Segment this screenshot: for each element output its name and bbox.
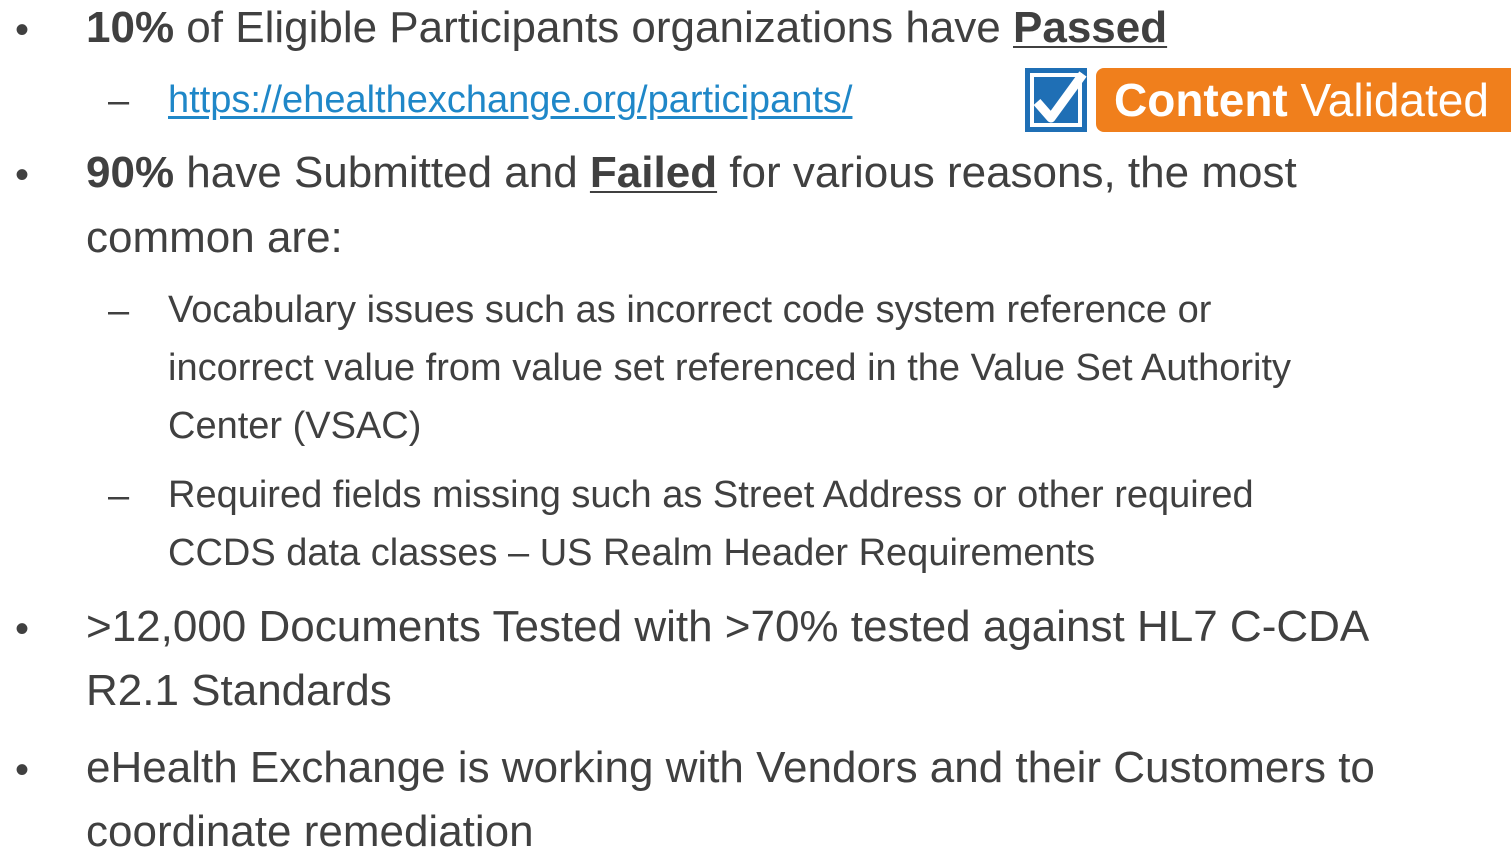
bullet-4-line-2: coordinate remediation [86, 807, 534, 856]
sub-item-required-line-2: CCDS data classes – US Realm Header Requ… [168, 532, 1096, 574]
bullet-2-body-a: have Submitted and [174, 148, 590, 197]
bullet-marker: • [15, 748, 30, 792]
sub-item-vocabulary-line-3: Center (VSAC) [168, 405, 422, 447]
bullet-3-line-2: R2.1 Standards [86, 666, 392, 715]
status-failed: Failed [589, 148, 718, 197]
sub-item-required-line-1: Required fields missing such as Street A… [168, 474, 1254, 516]
status-passed: Passed [1013, 3, 1168, 52]
bullet-2-line-2: common are: [86, 213, 343, 262]
bullet-4-line-1: eHealth Exchange is working with Vendors… [86, 743, 1375, 792]
check-icon [1025, 68, 1087, 132]
bullet-1-text: 10% of Eligible Participants organizatio… [86, 6, 1167, 50]
dash-marker: – [108, 80, 130, 122]
bullet-marker: • [15, 8, 30, 52]
dash-marker: – [108, 290, 130, 332]
badge-label: Content Validated [1096, 68, 1511, 132]
badge-word-content: Content [1114, 74, 1288, 126]
sub-item-vocabulary-line-1: Vocabulary issues such as incorrect code… [168, 289, 1212, 331]
percent-passed: 10% [86, 3, 175, 52]
bullet-1-body: of Eligible Participants organizations h… [174, 3, 1013, 52]
percent-failed: 90% [86, 148, 175, 197]
bullet-3-line-1: >12,000 Documents Tested with >70% teste… [86, 602, 1370, 651]
bullet-marker: • [15, 153, 30, 197]
bullet-2-text: 90% have Submitted and Failed for variou… [86, 151, 1297, 195]
bullet-marker: • [15, 607, 30, 651]
bullet-2-body-b: for various reasons, the most [717, 148, 1297, 197]
dash-marker: – [108, 475, 130, 517]
participants-link[interactable]: https://ehealthexchange.org/participants… [168, 81, 852, 119]
badge-word-validated: Validated [1300, 74, 1489, 126]
sub-item-vocabulary-line-2: incorrect value from value set reference… [168, 347, 1292, 389]
content-validated-badge: Content Validated [1025, 68, 1511, 132]
